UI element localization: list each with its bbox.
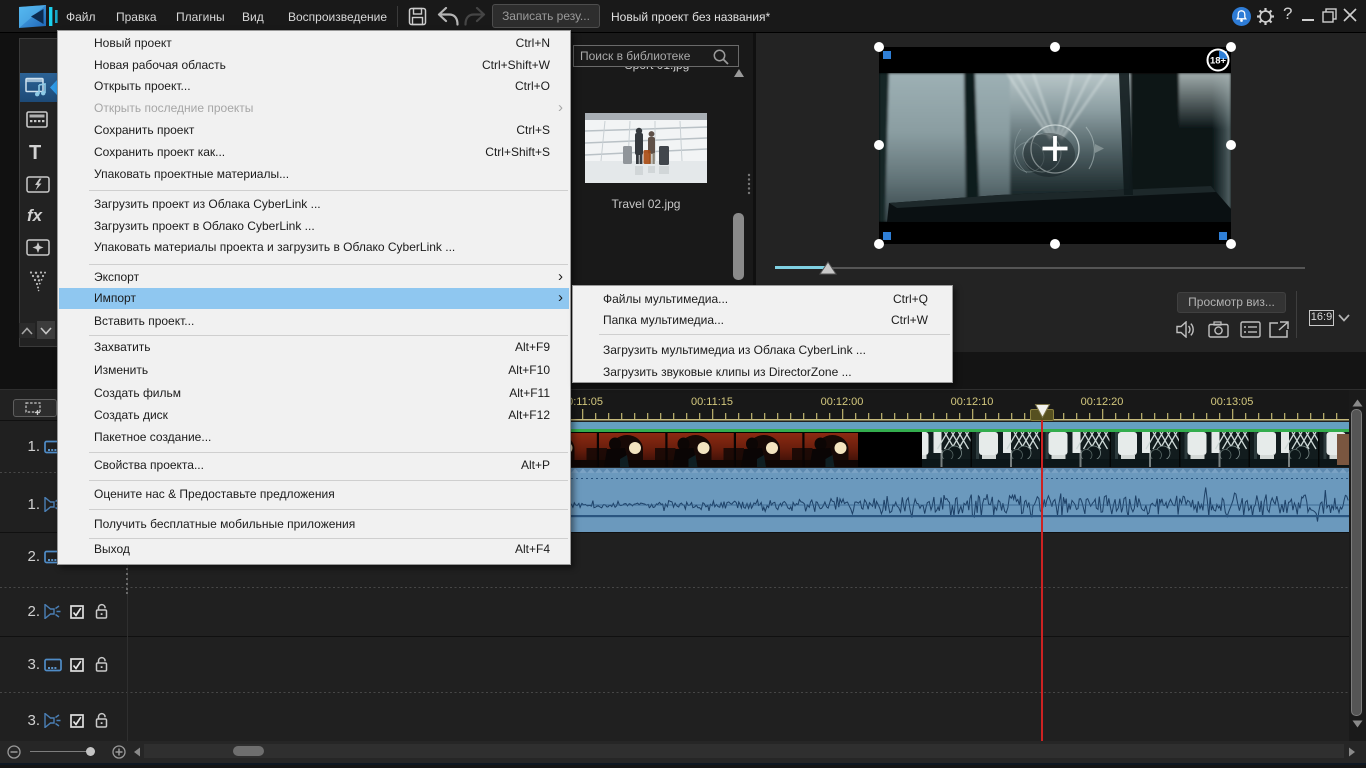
svg-text:18+: 18+ [1210, 56, 1227, 67]
